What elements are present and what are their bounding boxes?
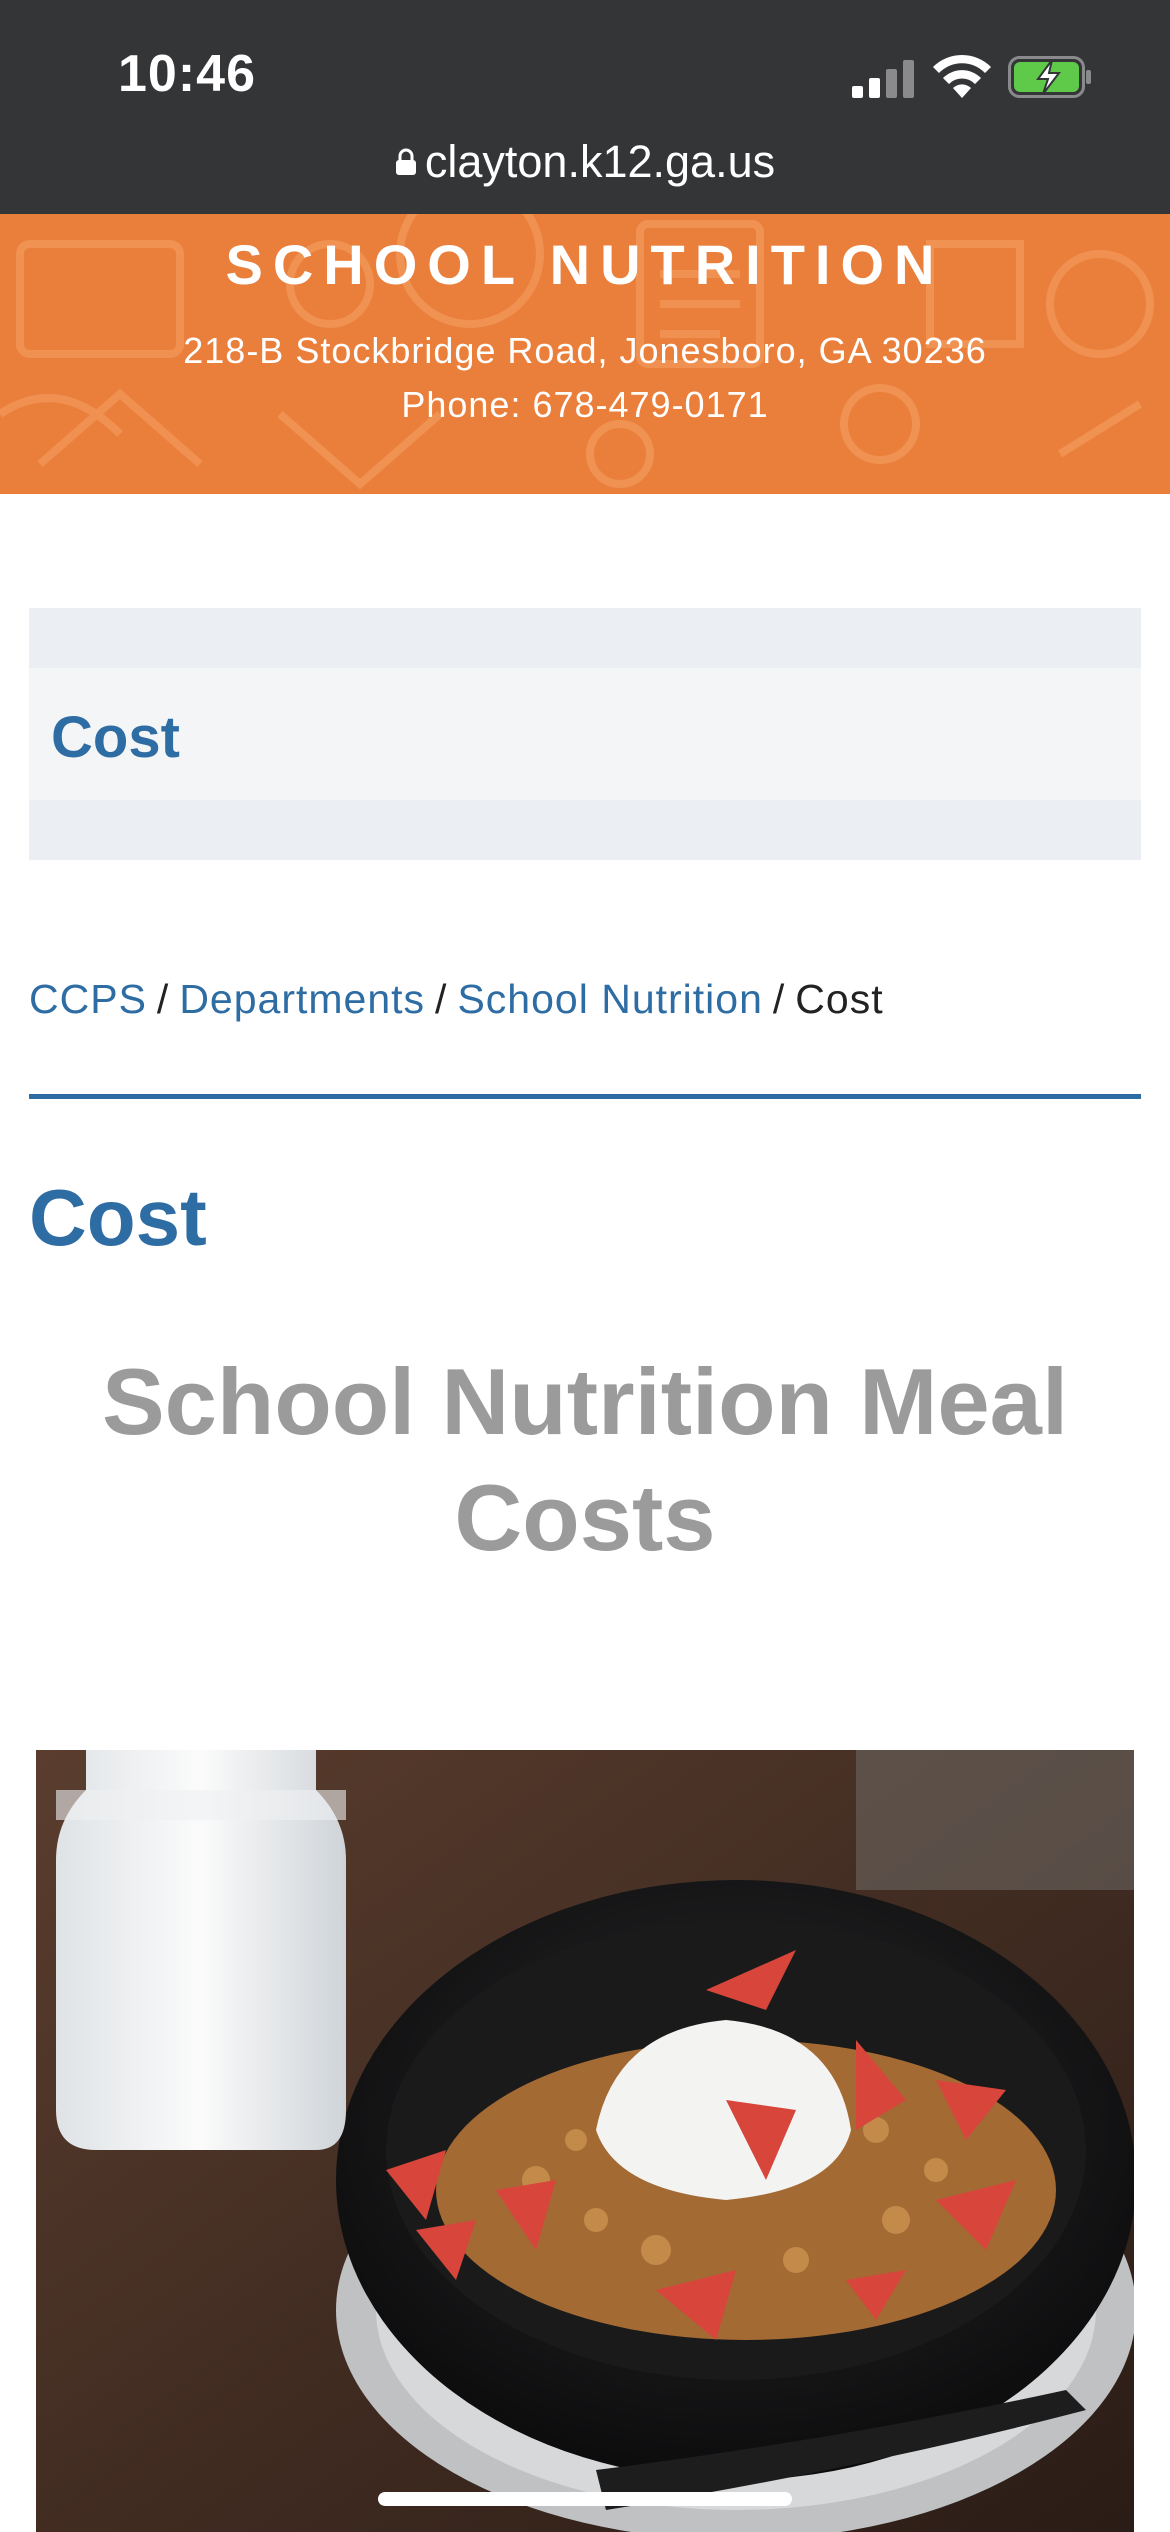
breadcrumb: CCPS / Departments / School Nutrition / Cost [29, 976, 884, 1023]
breadcrumb-link-departments[interactable]: Departments [179, 976, 425, 1022]
wifi-icon [933, 54, 991, 98]
lock-icon [395, 148, 416, 175]
site-phone: Phone: 678-479-0171 [401, 384, 769, 425]
breadcrumb-current: Cost [795, 976, 884, 1022]
site-title: SCHOOL NUTRITION [225, 233, 945, 296]
granola-bowl-photo [36, 1750, 1134, 2532]
breadcrumb-link-school-nutrition[interactable]: School Nutrition [457, 976, 762, 1022]
breadcrumb-link-ccps[interactable]: CCPS [29, 976, 147, 1022]
page-title-banner-inner: Cost [29, 668, 1141, 800]
site-address: 218-B Stockbridge Road, Jonesboro, GA 30… [183, 330, 987, 371]
content-heading: School Nutrition Meal Costs [101, 1349, 1069, 1570]
banner-title: Cost [51, 705, 180, 770]
url-text: clayton.k12.ga.us [424, 136, 776, 187]
page-title-banner: Cost [29, 608, 1141, 860]
cellular-signal-icon [852, 60, 914, 98]
breadcrumb-divider [29, 1094, 1141, 1099]
page-heading: Cost [29, 1173, 207, 1262]
address-bar[interactable]: clayton.k12.ga.us [0, 132, 1170, 192]
status-time: 10:46 [118, 45, 256, 103]
breadcrumb-separator: / [435, 976, 448, 1022]
home-indicator[interactable] [378, 2492, 792, 2506]
breadcrumb-separator: / [772, 976, 786, 1022]
breadcrumb-separator: / [156, 976, 170, 1022]
battery-charging-icon [1008, 56, 1091, 98]
site-header: SCHOOL NUTRITION 218-B Stockbridge Road,… [0, 214, 1170, 494]
granola-bowl-image [36, 1750, 1134, 2532]
status-bar: 10:46 clayton.k12.ga.us [0, 0, 1170, 214]
